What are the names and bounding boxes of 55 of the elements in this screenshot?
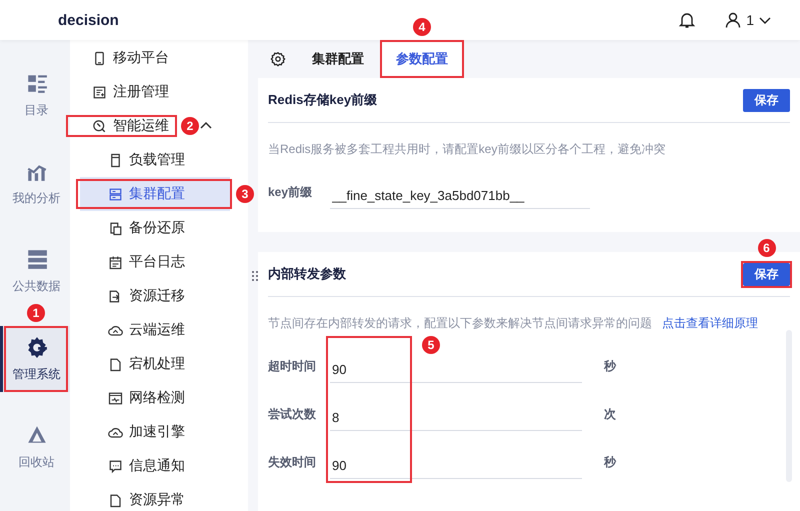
app-title: decision [58, 12, 119, 28]
menu-item[interactable]: 资源异常 [80, 483, 230, 511]
menu-item[interactable]: 平台日志 [80, 245, 230, 279]
phone-icon [92, 50, 107, 66]
rail-item[interactable]: 目录 [0, 62, 70, 128]
sd-card-icon [108, 152, 123, 168]
menu-item[interactable]: 宕机处理 [80, 347, 230, 381]
step-badge: 3 [236, 185, 254, 203]
menu-item[interactable]: 资源迁移 [80, 279, 230, 313]
page-icon [108, 492, 123, 508]
triangle-icon [26, 424, 48, 446]
details-link[interactable]: 点击查看详细原理 [662, 315, 758, 332]
settings-icon[interactable] [270, 51, 286, 67]
step-badge: 6 [758, 238, 776, 256]
menu-item[interactable]: 云端运维 [80, 313, 230, 347]
menu-item[interactable]: 备份还原 [80, 211, 230, 245]
calendar-icon [108, 254, 123, 270]
card-title: Redis存储key前缀 [268, 91, 378, 109]
menu-item[interactable]: 智能运维 [70, 113, 175, 139]
unit-label: 秒 [604, 358, 616, 374]
field-label: 尝试次数 [268, 406, 317, 422]
highlight-frame [4, 326, 68, 392]
menu-item[interactable]: 加速引擎 [80, 415, 230, 449]
drag-handle-icon[interactable] [252, 270, 258, 282]
rail-item[interactable]: 公共数据 [0, 238, 70, 304]
rail-item[interactable]: 我的分析 [0, 150, 70, 216]
database-icon [26, 248, 48, 270]
monitor-icon [108, 390, 123, 406]
menu-item[interactable]: 网络检测 [80, 381, 230, 415]
tab[interactable]: 集群配置 [296, 40, 380, 78]
copy-icon [108, 220, 123, 236]
user-icon[interactable] [724, 11, 742, 29]
unit-label: 秒 [604, 454, 616, 470]
menu-item[interactable]: 信息通知 [80, 449, 230, 483]
page-icon [108, 356, 123, 372]
card-title: 内部转发参数 [268, 265, 346, 283]
gear-icon [26, 336, 48, 358]
field-label: 超时时间 [268, 358, 317, 374]
field-label: key前缀 [268, 184, 314, 200]
chat-icon [108, 458, 123, 474]
rail-item[interactable]: 回收站 [0, 414, 70, 480]
description: 节点间存在内部转发的请求，配置以下参数来解决节点间请求异常的问题 [268, 315, 652, 332]
menu-item[interactable]: 负载管理 [80, 143, 230, 177]
highlight-frame [741, 260, 792, 288]
menu-item[interactable]: 移动平台 [70, 45, 175, 71]
bell-icon[interactable] [678, 11, 696, 29]
unit-label: 次 [604, 406, 616, 422]
menu-item[interactable]: 注册管理 [70, 79, 175, 105]
save-button[interactable]: 保存 [743, 88, 790, 112]
user-name[interactable]: 1 [746, 12, 754, 28]
form-icon [92, 84, 107, 100]
server-icon [108, 186, 123, 202]
field-label: 失效时间 [268, 454, 317, 470]
save-button[interactable]: 保存 [743, 262, 790, 286]
description: 当Redis服务被多套工程共用时，请配置key前缀以区分各个工程，避免冲突 [268, 141, 666, 158]
